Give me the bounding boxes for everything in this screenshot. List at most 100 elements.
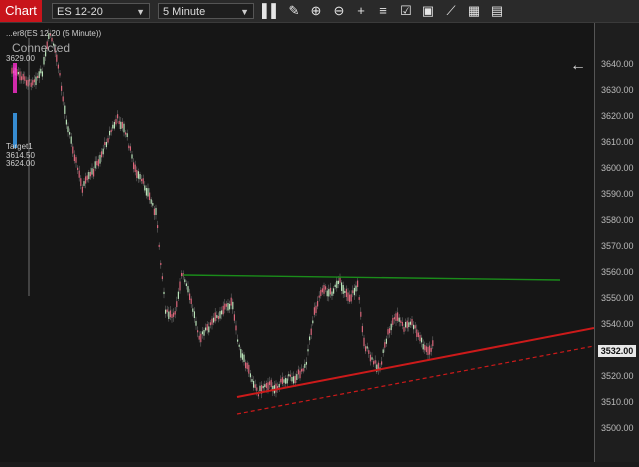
candle-body: [110, 129, 112, 133]
candle-body: [294, 375, 296, 384]
candle-body: [38, 71, 40, 79]
candle-body: [245, 362, 247, 369]
candle-body: [397, 312, 399, 321]
interval-select[interactable]: 5 Minute ▼: [158, 3, 254, 19]
candle-body: [179, 281, 181, 291]
candle-body: [409, 321, 411, 325]
candle-body: [203, 329, 205, 336]
data-box-icon[interactable]: ▦: [465, 2, 483, 20]
candle-body: [22, 73, 24, 80]
candle-body: [315, 305, 317, 314]
candle-body: [200, 333, 202, 343]
candle-body: [355, 285, 357, 292]
candle-body: [158, 244, 160, 247]
candle-body: [94, 161, 96, 169]
candle-body: [149, 192, 151, 201]
candle-body: [17, 71, 19, 75]
candle-body: [152, 202, 154, 206]
candle-body: [118, 120, 120, 125]
candle-body: [368, 350, 370, 354]
candle-body: [237, 339, 239, 342]
candle-body: [384, 342, 386, 348]
candle-body: [206, 324, 208, 331]
candle-body: [275, 383, 277, 393]
candle-body: [304, 363, 306, 368]
candle-body: [19, 71, 21, 81]
candle-body: [225, 303, 227, 307]
zoom-in-icon[interactable]: ⊕: [307, 2, 325, 20]
candle-body: [323, 284, 325, 294]
candle-body: [93, 168, 95, 177]
candle-body: [296, 374, 298, 380]
candle-body: [358, 297, 360, 300]
chart-area[interactable]: ...er8(ES 12-20 (5 Minute)) Connected 36…: [0, 23, 595, 462]
template-icon[interactable]: ☑: [397, 2, 415, 20]
candle-body: [382, 349, 384, 353]
bars-icon[interactable]: ▌▌: [262, 2, 280, 20]
price-chart[interactable]: [0, 23, 595, 462]
candle-body: [392, 318, 394, 325]
candle-body: [65, 119, 67, 125]
candle-body: [67, 126, 69, 133]
candle-body: [89, 171, 91, 177]
price-axis[interactable]: 3640.00 3630.00 3620.00 3610.00 3600.00 3590.…: [594, 23, 639, 462]
candle-body: [91, 168, 93, 175]
candle-body: [344, 290, 346, 294]
candle-body: [117, 114, 119, 119]
candle-body: [254, 384, 256, 388]
candle-body: [285, 377, 287, 384]
candle-body: [72, 146, 74, 154]
trend-line-support[interactable]: [236, 327, 595, 398]
candle-body: [147, 188, 149, 197]
candle-body: [56, 54, 58, 62]
crosshair-icon[interactable]: +: [352, 2, 370, 20]
zoom-out-icon[interactable]: ⊖: [330, 2, 348, 20]
candle-body: [265, 382, 267, 388]
drawing-icon[interactable]: ⟋: [442, 2, 460, 20]
candle-body: [222, 305, 224, 315]
candle-body: [371, 357, 373, 360]
candle-body: [190, 298, 192, 304]
candle-body: [121, 121, 123, 129]
candle-body: [253, 380, 255, 388]
candle-body: [352, 290, 354, 294]
candle-body: [171, 314, 173, 318]
chart-tab[interactable]: Chart: [0, 0, 42, 22]
candle-body: [233, 314, 235, 321]
candle-body: [326, 290, 328, 297]
candle-body: [30, 82, 32, 87]
order-label-target: Target1: [6, 142, 33, 151]
candle-body: [208, 326, 210, 333]
left-arrow-icon[interactable]: ←: [570, 57, 586, 75]
order-label-3: 3624.00: [6, 159, 35, 168]
candle-body: [413, 324, 415, 330]
pencil-icon[interactable]: ✎: [285, 2, 303, 20]
instrument-select[interactable]: ES 12-20 ▼: [52, 3, 150, 19]
properties-icon[interactable]: ≡: [374, 2, 392, 20]
candle-body: [297, 369, 299, 375]
candle-body: [37, 75, 39, 79]
strategy-icon[interactable]: ▣: [419, 2, 437, 20]
candle-body: [262, 386, 264, 389]
candle-body: [369, 354, 371, 362]
candle-body: [214, 312, 216, 322]
candle-body: [403, 326, 405, 332]
price-tick: 3570.00: [601, 241, 634, 251]
candle-body: [398, 317, 400, 322]
candle-body: [35, 76, 37, 86]
candle-body: [238, 344, 240, 347]
candle-body: [246, 362, 248, 370]
candle-body: [136, 169, 138, 178]
candle-body: [176, 301, 178, 308]
price-tick: 3630.00: [601, 85, 634, 95]
resistance-line[interactable]: [182, 274, 561, 281]
indicator-icon[interactable]: ▤: [488, 2, 506, 20]
candle-body: [256, 387, 258, 391]
strategy-label: ...er8(ES 12-20 (5 Minute)): [6, 29, 102, 38]
candle-body: [211, 318, 213, 325]
candle-body: [248, 364, 250, 374]
candle-body: [405, 321, 407, 328]
candle-body: [320, 289, 322, 297]
candle-body: [385, 338, 387, 344]
candle-body: [120, 121, 122, 129]
